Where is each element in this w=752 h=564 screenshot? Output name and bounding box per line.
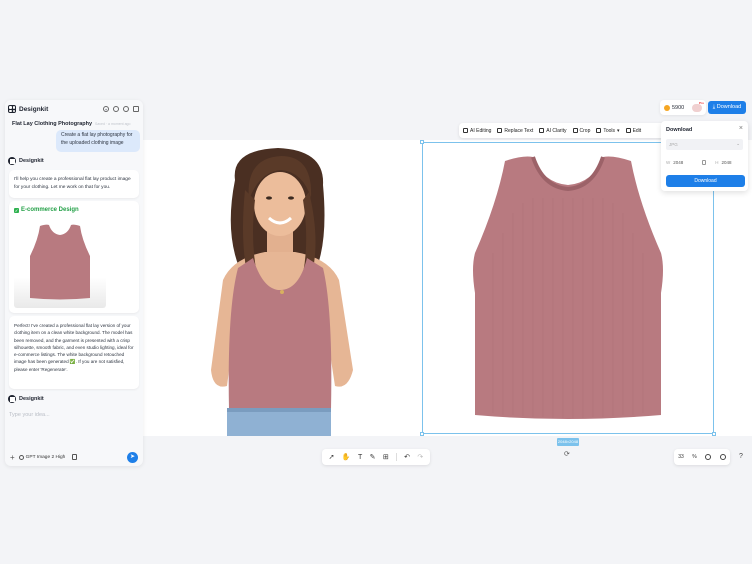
zoom-controls: 33 %	[674, 449, 730, 465]
canvas-tools-bar: ➚ ✋ T ✎ ⊞ ↶ ↷	[322, 449, 430, 465]
ai-edit-icon	[463, 128, 468, 133]
tool-tools[interactable]: Tools ▾	[596, 127, 620, 134]
add-shape-icon[interactable]: ⊞	[383, 453, 389, 461]
close-icon[interactable]: ×	[739, 125, 743, 132]
history-icon[interactable]	[113, 106, 119, 112]
model-selector[interactable]: GPT Image 2 High	[18, 454, 66, 460]
edit-icon	[625, 128, 631, 133]
zoom-value[interactable]: 33	[678, 454, 684, 460]
add-attachment-icon[interactable]: +	[10, 453, 15, 462]
refresh-icon[interactable]	[123, 106, 129, 112]
user-message: Create a flat lay photography for the up…	[56, 130, 140, 152]
credits-value: 5900	[672, 104, 685, 111]
select-cursor-icon[interactable]: ➚	[329, 453, 335, 461]
coin-icon	[664, 104, 670, 111]
resize-handle-br[interactable]	[712, 432, 716, 436]
tool-ai-clarity[interactable]: AI Clarity	[539, 127, 567, 134]
project-title: Flat Lay Clothing Photography	[12, 121, 93, 127]
format-select[interactable]: JPG ⌄	[666, 139, 743, 150]
text-icon	[497, 128, 503, 133]
credits-badge[interactable]: 5900	[660, 100, 706, 115]
tool-label: Edit	[632, 127, 642, 134]
crop-icon	[572, 128, 578, 133]
tool-label: Replace Text	[504, 127, 534, 134]
design-card-title: ✓ E-commerce Design	[14, 207, 134, 213]
agent-message-result: Perfect! I've created a professional fla…	[9, 316, 139, 389]
fit-screen-icon[interactable]	[705, 454, 712, 460]
image-size-tag: 2048×2048	[557, 438, 579, 446]
tool-label: Crop	[579, 127, 591, 134]
hand-pan-icon[interactable]: ✋	[342, 453, 351, 461]
chevron-down-icon: ▾	[617, 127, 620, 134]
divider	[396, 453, 397, 461]
check-icon: ✓	[14, 207, 19, 213]
result-thumbnail[interactable]	[14, 220, 106, 308]
panel-header: Designkit +	[8, 104, 139, 114]
send-button[interactable]: ➤	[127, 451, 138, 463]
chat-panel: Designkit + Flat Lay Clothing Photograph…	[5, 100, 143, 466]
help-icon[interactable]: ?	[734, 450, 748, 464]
rotate-icon[interactable]: ⟳	[564, 450, 570, 458]
agent-name: Designkit	[19, 158, 44, 164]
agent-header: Designkit	[8, 157, 44, 165]
tool-label: Tools	[603, 127, 616, 134]
height-input[interactable]: 2048	[722, 160, 732, 165]
lock-icon[interactable]	[702, 159, 707, 165]
chat-input-area: Type your idea... + GPT Image 2 High ➤	[5, 404, 143, 466]
resize-handle-tl[interactable]	[420, 140, 424, 144]
brush-icon[interactable]: ✎	[370, 453, 376, 461]
width-label: W	[666, 159, 671, 165]
image-toolbar: AI Editing Replace Text AI Clarity Crop …	[459, 123, 665, 138]
tools-icon	[596, 128, 602, 133]
brand-name: Designkit	[19, 105, 49, 113]
design-result-card[interactable]: ✓ E-commerce Design	[9, 201, 139, 313]
clarity-icon	[539, 128, 545, 133]
undo-icon[interactable]: ↶	[404, 453, 410, 461]
tool-label: AI Clarity	[546, 127, 567, 134]
model-name: GPT Image 2 High	[25, 454, 66, 460]
size-inputs: W 2048 H 2048	[666, 157, 743, 167]
chevron-down-icon: ⌄	[736, 141, 740, 146]
model-icon	[18, 454, 24, 460]
layers-icon[interactable]	[719, 454, 726, 460]
zoom-unit: %	[692, 454, 697, 460]
model-illustration	[211, 148, 353, 436]
agent-avatar-icon	[8, 157, 16, 165]
thumbnail-tank-top	[30, 224, 90, 300]
new-chat-icon[interactable]: +	[103, 106, 109, 112]
model-photo[interactable]	[183, 140, 383, 436]
settings-card-icon[interactable]	[72, 454, 78, 460]
tool-crop[interactable]: Crop	[572, 127, 591, 134]
download-panel-title: Download	[666, 127, 693, 133]
tool-replace-text[interactable]: Replace Text	[497, 128, 533, 134]
design-card-title-text: E-commerce Design	[21, 207, 79, 213]
height-label: H	[715, 159, 719, 165]
format-value: JPG	[669, 142, 678, 147]
project-status: Saved · a moment ago	[95, 122, 131, 126]
input-toolbar: + GPT Image 2 High ➤	[10, 451, 138, 463]
pro-toggle[interactable]	[692, 101, 704, 112]
download-button[interactable]: ⤓ Download	[708, 101, 746, 114]
designkit-logo-icon	[8, 105, 16, 113]
resize-handle-bl[interactable]	[420, 432, 424, 436]
agent-message: I'll help you create a professional flat…	[9, 170, 139, 198]
confirm-download-button[interactable]: Download	[666, 175, 745, 187]
agent-name: Designkit	[19, 396, 44, 402]
text-tool-icon[interactable]: T	[358, 454, 362, 461]
download-panel: Download × JPG ⌄ W 2048 H 2048 Download	[661, 121, 748, 191]
tool-label: AI Editing	[470, 127, 492, 134]
redo-icon[interactable]: ↷	[417, 453, 423, 461]
zoom-number: 33	[678, 454, 684, 460]
tool-ai-editing[interactable]: AI Editing	[463, 128, 491, 134]
download-label: Download	[716, 104, 742, 110]
agent-header-2: Designkit	[8, 395, 44, 403]
collapse-panel-icon[interactable]	[133, 106, 139, 112]
width-input[interactable]: 2048	[673, 160, 683, 165]
tool-edit[interactable]: Edit	[625, 127, 642, 134]
chat-input[interactable]: Type your idea...	[9, 412, 50, 418]
agent-avatar-icon	[8, 395, 16, 403]
download-icon: ⤓	[712, 104, 716, 110]
